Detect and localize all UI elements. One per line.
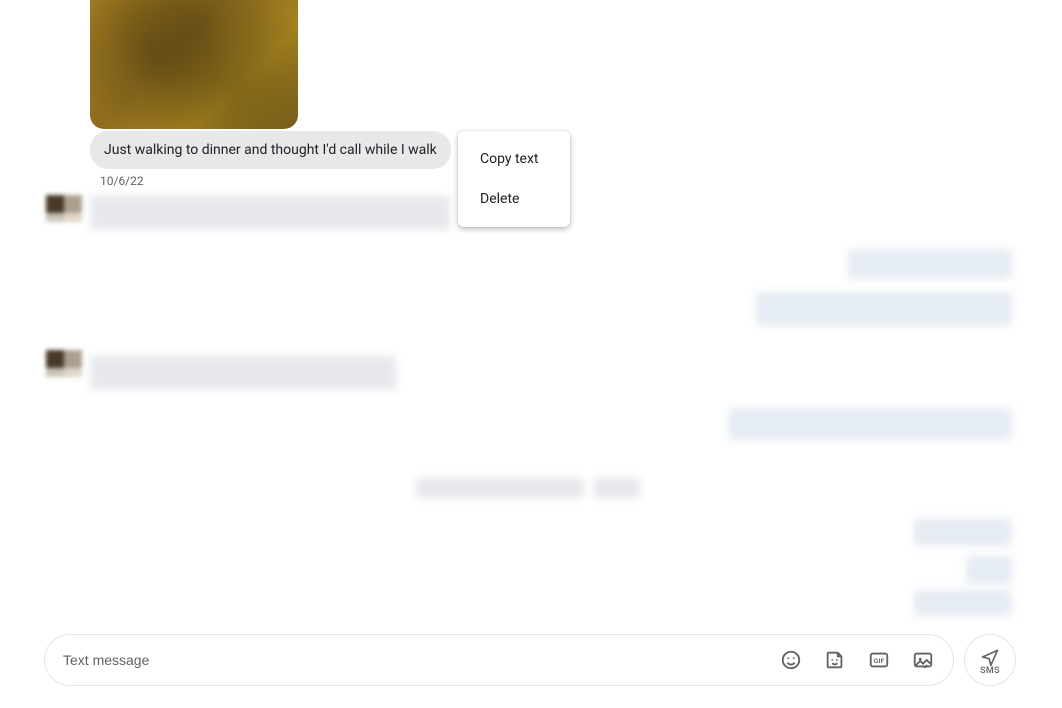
message-timestamp: 10/6/22 <box>100 174 144 188</box>
redacted-outgoing-message <box>848 249 1012 279</box>
redacted-outgoing-message <box>728 408 1012 440</box>
send-label: SMS <box>980 666 1000 676</box>
redacted-incoming-message <box>90 196 450 230</box>
image-attach-icon[interactable] <box>911 648 935 672</box>
message-composer: GIF <box>44 634 954 686</box>
avatar <box>46 195 82 231</box>
message-text: Just walking to dinner and thought I'd c… <box>104 142 437 158</box>
redacted-incoming-message <box>90 356 396 390</box>
message-context-menu: Copy text Delete <box>458 131 570 227</box>
redacted-outgoing-message <box>914 590 1012 616</box>
redacted-date-separator <box>416 478 584 498</box>
delete-menu-item[interactable]: Delete <box>458 179 570 219</box>
send-button[interactable]: SMS <box>964 634 1016 686</box>
sticker-icon[interactable] <box>823 648 847 672</box>
redacted-outgoing-message <box>914 518 1012 546</box>
gif-icon[interactable]: GIF <box>867 648 891 672</box>
redacted-date-separator <box>594 478 640 498</box>
redacted-outgoing-message <box>756 292 1012 326</box>
incoming-message-bubble[interactable]: Just walking to dinner and thought I'd c… <box>90 131 451 169</box>
message-image-attachment[interactable] <box>90 0 298 129</box>
emoji-icon[interactable] <box>779 648 803 672</box>
svg-text:GIF: GIF <box>874 658 885 665</box>
copy-text-menu-item[interactable]: Copy text <box>458 139 570 179</box>
redacted-outgoing-message <box>966 556 1012 584</box>
avatar <box>46 350 82 386</box>
composer-icon-row: GIF <box>779 648 945 672</box>
message-input[interactable] <box>63 652 779 668</box>
send-icon <box>980 647 1000 667</box>
